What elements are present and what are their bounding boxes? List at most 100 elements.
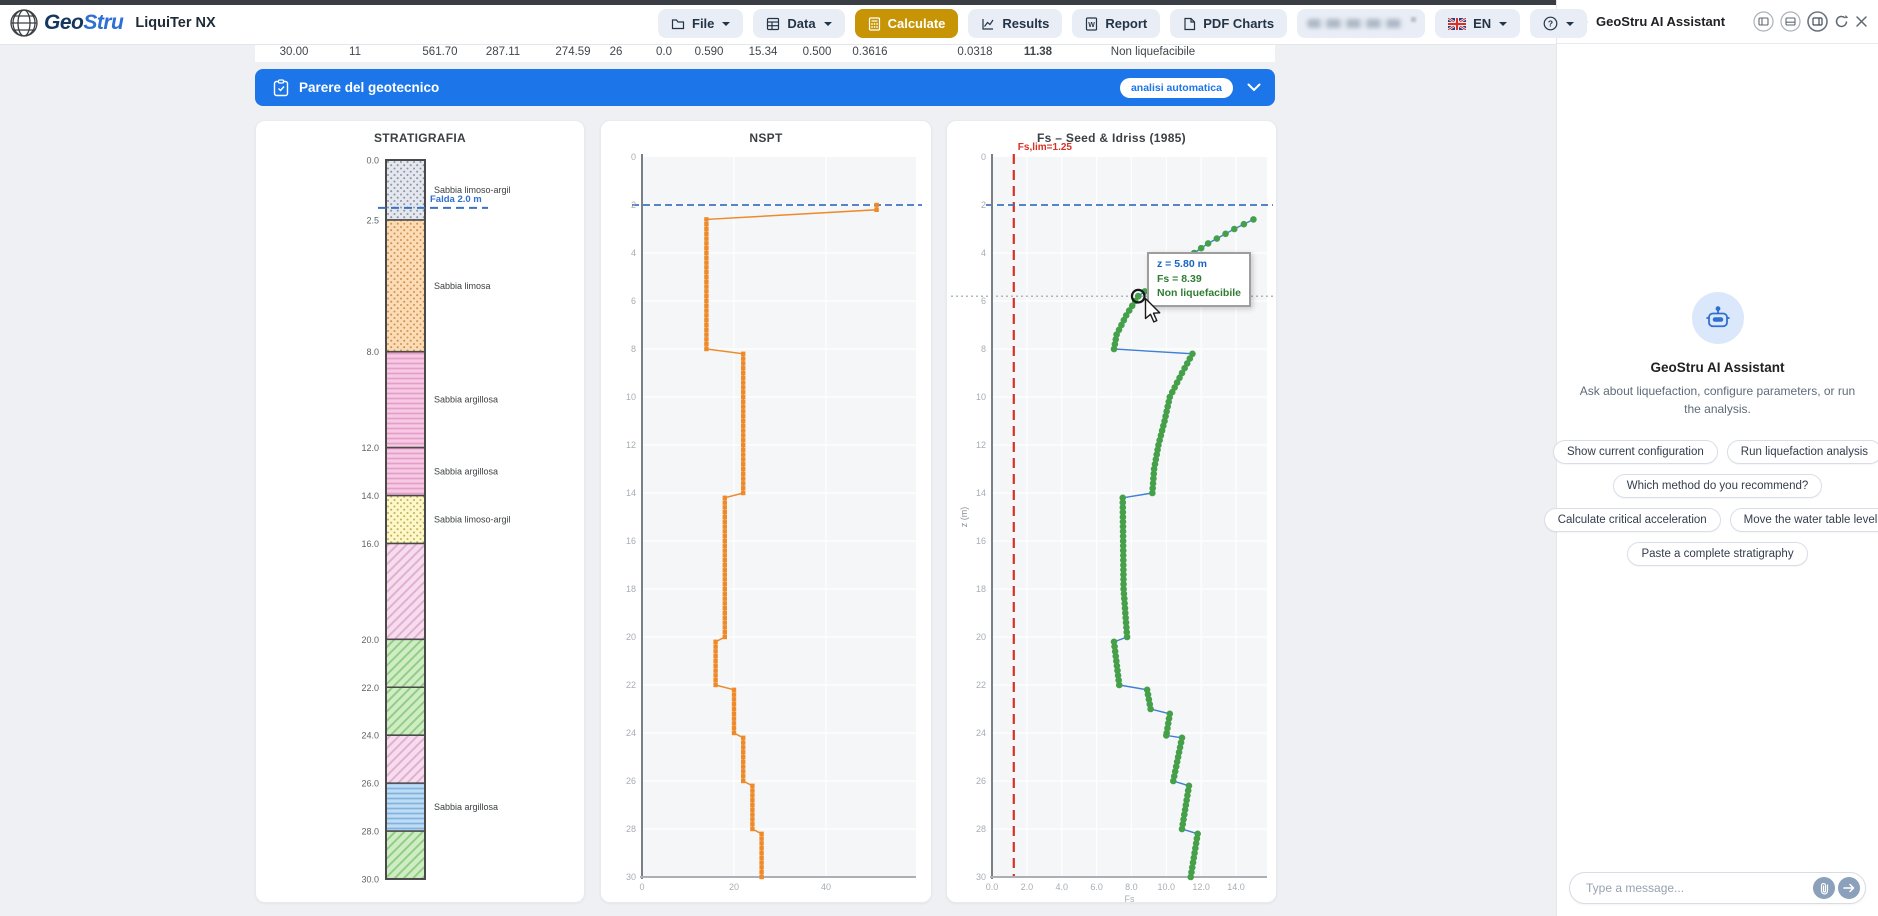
data-button[interactable]: Data [753,9,844,38]
svg-text:12: 12 [626,440,636,450]
svg-text:0: 0 [631,152,636,162]
svg-text:8: 8 [981,344,986,354]
arrow-right-icon [1843,883,1855,893]
message-input[interactable] [1584,874,1788,902]
svg-text:6: 6 [981,296,986,306]
pdf-charts-button[interactable]: PDF Charts [1170,9,1287,38]
file-button[interactable]: File [658,9,743,38]
folder-icon [671,17,685,31]
svg-text:?: ? [1548,19,1553,29]
svg-text:20: 20 [976,632,986,642]
svg-text:30: 30 [976,872,986,882]
brand-stru: Stru [83,11,123,34]
stratigraphy-chart: 0.02.58.012.014.016.020.022.024.026.028.… [256,121,586,904]
svg-text:Sabbia limosa: Sabbia limosa [434,281,491,291]
suggestion-method-recommendation[interactable]: Which method do you recommend? [1613,474,1823,498]
suggestion-run-analysis[interactable]: Run liquefaction analysis [1727,440,1878,464]
results-table-row: 30.00 11 561.70 287.11 274.59 26 0.0 0.5… [255,44,1275,62]
attach-button[interactable] [1813,877,1835,899]
svg-text:22: 22 [626,680,636,690]
svg-text:20: 20 [729,882,739,892]
pdf-charts-button-label: PDF Charts [1203,16,1274,31]
dock-right-button-active[interactable] [1807,11,1828,32]
caret-down-icon [1566,22,1574,26]
svg-text:22.0: 22.0 [361,683,379,693]
svg-text:26: 26 [976,776,986,786]
svg-text:Falda 2.0 m: Falda 2.0 m [430,194,482,205]
chevron-down-icon[interactable] [1247,83,1261,92]
report-button[interactable]: W Report [1072,9,1160,38]
results-button[interactable]: Results [968,9,1062,38]
svg-text:Sabbia limoso-argil: Sabbia limoso-argil [434,514,511,524]
svg-text:14: 14 [626,488,636,498]
question-circle-icon: ? [1543,16,1558,31]
svg-text:22: 22 [976,680,986,690]
svg-text:24: 24 [976,728,986,738]
fs-chart: Fs,lim=1.250246810121416182022242628300.… [947,121,1278,904]
caret-down-icon [824,22,832,26]
result-cell: 0.0318 [957,46,992,58]
file-button-label: File [692,16,714,31]
suggestion-row: Calculate critical acceleration Move the… [1544,508,1878,532]
svg-text:16: 16 [976,536,986,546]
svg-text:0.0: 0.0 [986,882,999,892]
suggestion-row: Which method do you recommend? [1613,474,1823,498]
svg-text:24: 24 [626,728,636,738]
ai-header-title: GeoStru AI Assistant [1596,14,1725,29]
result-cell: 15.34 [749,46,778,58]
calculate-button[interactable]: Calculate [855,9,959,38]
svg-text:W: W [1089,22,1096,29]
svg-text:0: 0 [639,882,644,892]
result-cell-fs: 11.38 [1024,46,1052,58]
report-button-label: Report [1105,16,1147,31]
dock-left-button[interactable] [1753,11,1774,32]
svg-text:4: 4 [981,248,986,258]
suggestion-show-configuration[interactable]: Show current configuration [1553,440,1718,464]
suggestion-row: Show current configuration Run liquefact… [1553,440,1878,464]
geotechnical-opinion-banner[interactable]: Parere del geotecnico analisi automatica [255,69,1275,106]
ai-window-controls [1753,11,1868,32]
svg-text:Sabbia argillosa: Sabbia argillosa [434,802,498,812]
ai-suggestions: Show current configuration Run liquefact… [1544,440,1878,566]
stratigraphy-title: STRATIGRAFIA [256,131,584,145]
svg-text:26.0: 26.0 [361,779,379,789]
suggestion-water-table[interactable]: Move the water table level [1730,508,1878,532]
send-button[interactable] [1838,877,1860,899]
suggestion-critical-acceleration[interactable]: Calculate critical acceleration [1544,508,1721,532]
results-button-label: Results [1002,16,1049,31]
close-button[interactable] [1855,15,1868,28]
svg-text:16.0: 16.0 [361,539,379,549]
svg-text:10.0: 10.0 [1158,882,1176,892]
svg-text:Sabbia argillosa: Sabbia argillosa [434,395,498,405]
ai-assistant-body: GeoStru AI Assistant Ask about liquefact… [1557,44,1878,566]
toolbar: File Data Calculate Results W Report [658,9,1587,38]
svg-text:24.0: 24.0 [361,731,379,741]
svg-text:30.0: 30.0 [361,874,379,884]
nspt-title: NSPT [601,131,931,145]
fs-panel: Fs – Seed & Idriss (1985) Fs,lim=1.25024… [946,120,1277,903]
nspt-panel: NSPT 02468101214161820222426283002040 [600,120,932,903]
ai-subtitle: Ask about liquefaction, configure parame… [1573,382,1863,418]
svg-text:16: 16 [626,536,636,546]
svg-text:30: 30 [626,872,636,882]
svg-text:18: 18 [626,584,636,594]
svg-text:18: 18 [976,584,986,594]
help-button[interactable]: ? [1530,9,1587,38]
dock-bottom-button[interactable] [1780,11,1801,32]
svg-text:10: 10 [626,392,636,402]
data-button-label: Data [787,16,815,31]
auto-analysis-badge[interactable]: analisi automatica [1120,78,1233,98]
suggestion-row: Paste a complete stratigraphy [1627,542,1807,566]
refresh-button[interactable] [1834,14,1849,29]
tooltip-depth: z = 5.80 m [1157,257,1241,272]
svg-text:12.0: 12.0 [1192,882,1210,892]
svg-text:26: 26 [626,776,636,786]
caret-down-icon [722,22,730,26]
blurred-text [1307,19,1403,28]
svg-text:10: 10 [976,392,986,402]
banner-title: Parere del geotecnico [299,80,439,95]
fs-title: Fs – Seed & Idriss (1985) [947,131,1276,145]
language-button[interactable]: EN [1435,9,1520,38]
calculate-button-label: Calculate [888,16,946,31]
suggestion-paste-stratigraphy[interactable]: Paste a complete stratigraphy [1627,542,1807,566]
